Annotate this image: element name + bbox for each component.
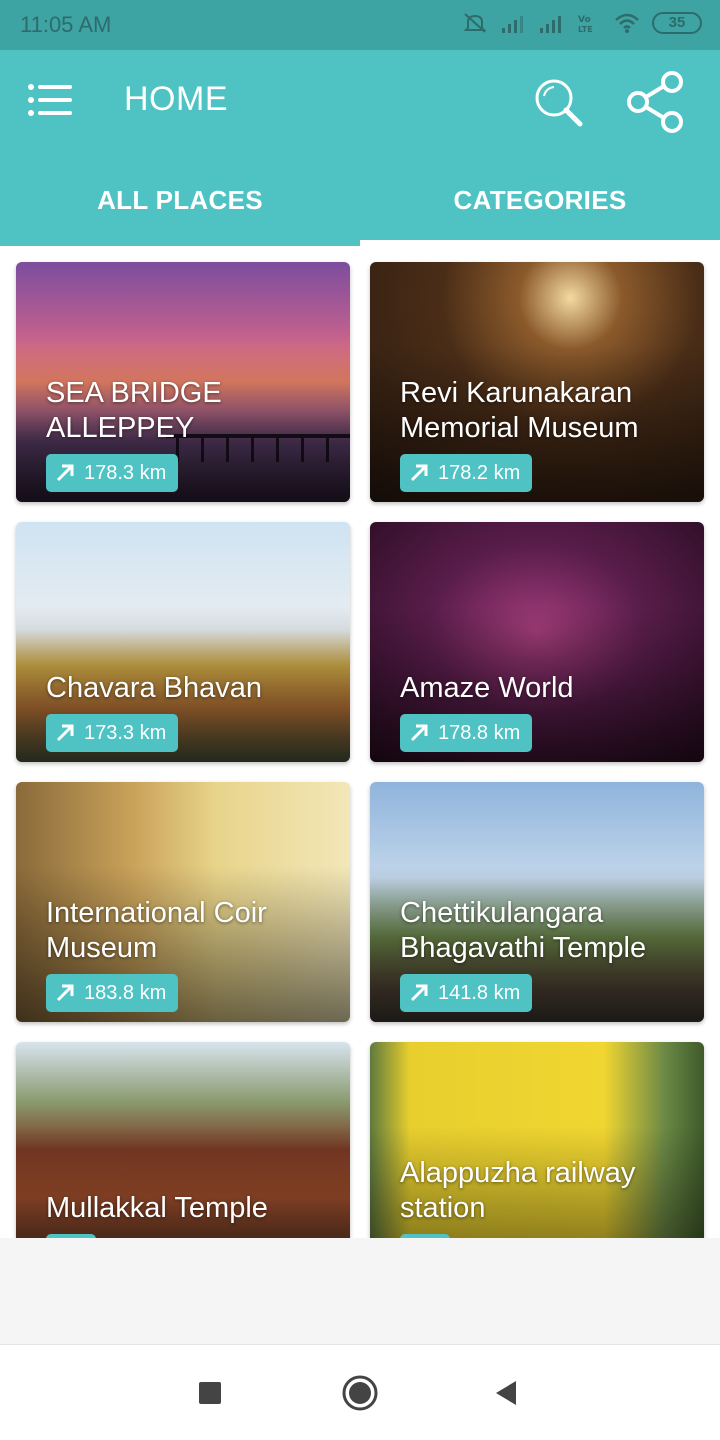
mute-icon <box>463 13 487 33</box>
status-time: 11:05 AM <box>20 12 112 37</box>
place-card[interactable]: International Coir Museum 183.8 km <box>16 782 350 1022</box>
places-grid: SEA BRIDGE ALLEPPEY 178.3 km Revi Karuna… <box>0 246 720 1238</box>
app-bar: HOME ALL PLACES CATEGORIES <box>0 50 720 246</box>
place-card[interactable]: Alappuzha railway station <box>370 1042 704 1238</box>
distance-badge: 173.3 km <box>46 714 179 752</box>
content-footer <box>0 1238 720 1344</box>
page-title: HOME <box>124 80 228 118</box>
arrow-up-right-icon <box>410 984 428 1002</box>
distance-badge: 178.8 km <box>400 714 533 752</box>
place-name: Alappuzha railway station <box>400 1157 636 1224</box>
wifi-icon <box>615 13 639 33</box>
place-card[interactable]: SEA BRIDGE ALLEPPEY 178.3 km <box>16 262 350 502</box>
arrow-up-right-icon <box>56 724 74 742</box>
status-icons: Vo LTE 35 <box>462 12 702 34</box>
place-card[interactable]: Chavara Bhavan 173.3 km <box>16 522 350 762</box>
distance-badge: 178.3 km <box>46 454 179 492</box>
distance-badge: 178.2 km <box>400 454 533 492</box>
tab-categories[interactable]: CATEGORIES <box>360 168 720 242</box>
distance-value: 141.8 km <box>438 981 521 1004</box>
status-bar: 11:05 AM Vo LTE 35 <box>0 0 720 50</box>
share-icon[interactable] <box>624 70 688 134</box>
system-nav-bar <box>0 1344 720 1440</box>
menu-list-icon[interactable] <box>26 80 76 120</box>
place-card[interactable]: Revi Karunakaran Memorial Museum 178.2 k… <box>370 262 704 502</box>
tab-all-places[interactable]: ALL PLACES <box>0 168 360 242</box>
signal-icon <box>502 16 523 33</box>
place-card[interactable]: Chettikulangara Bhagavathi Temple 141.8 … <box>370 782 704 1022</box>
place-card[interactable]: Mullakkal Temple <box>16 1042 350 1238</box>
arrow-up-right-icon <box>410 724 428 742</box>
place-card[interactable]: Amaze World 178.8 km <box>370 522 704 762</box>
place-name: SEA BRIDGE ALLEPPEY <box>46 377 222 444</box>
place-name: International Coir Museum <box>46 897 267 964</box>
distance-badge: 183.8 km <box>46 974 179 1012</box>
search-icon[interactable] <box>530 74 590 134</box>
svg-text:Vo: Vo <box>578 15 591 25</box>
place-name: Revi Karunakaran Memorial Museum <box>400 377 639 444</box>
arrow-up-right-icon <box>56 464 74 482</box>
distance-value: 178.3 km <box>84 461 167 484</box>
distance-value: 178.8 km <box>438 721 521 744</box>
back-triangle-icon[interactable] <box>486 1373 526 1413</box>
home-circle-icon[interactable] <box>340 1373 380 1413</box>
distance-badge: 141.8 km <box>400 974 533 1012</box>
place-name: Amaze World <box>400 672 574 704</box>
recent-apps-icon[interactable] <box>190 1373 230 1413</box>
battery-icon: 35 <box>652 12 702 34</box>
place-name: Mullakkal Temple <box>46 1192 268 1224</box>
signal-icon-2 <box>540 16 561 33</box>
distance-value: 183.8 km <box>84 981 167 1004</box>
arrow-up-right-icon <box>56 984 74 1002</box>
distance-value: 178.2 km <box>438 461 521 484</box>
place-name: Chavara Bhavan <box>46 672 263 704</box>
distance-value: 173.3 km <box>84 721 167 744</box>
arrow-up-right-icon <box>410 464 428 482</box>
svg-text:LTE: LTE <box>578 25 593 34</box>
volte-icon: VoLTE <box>578 15 593 34</box>
place-name: Chettikulangara Bhagavathi Temple <box>400 897 647 964</box>
